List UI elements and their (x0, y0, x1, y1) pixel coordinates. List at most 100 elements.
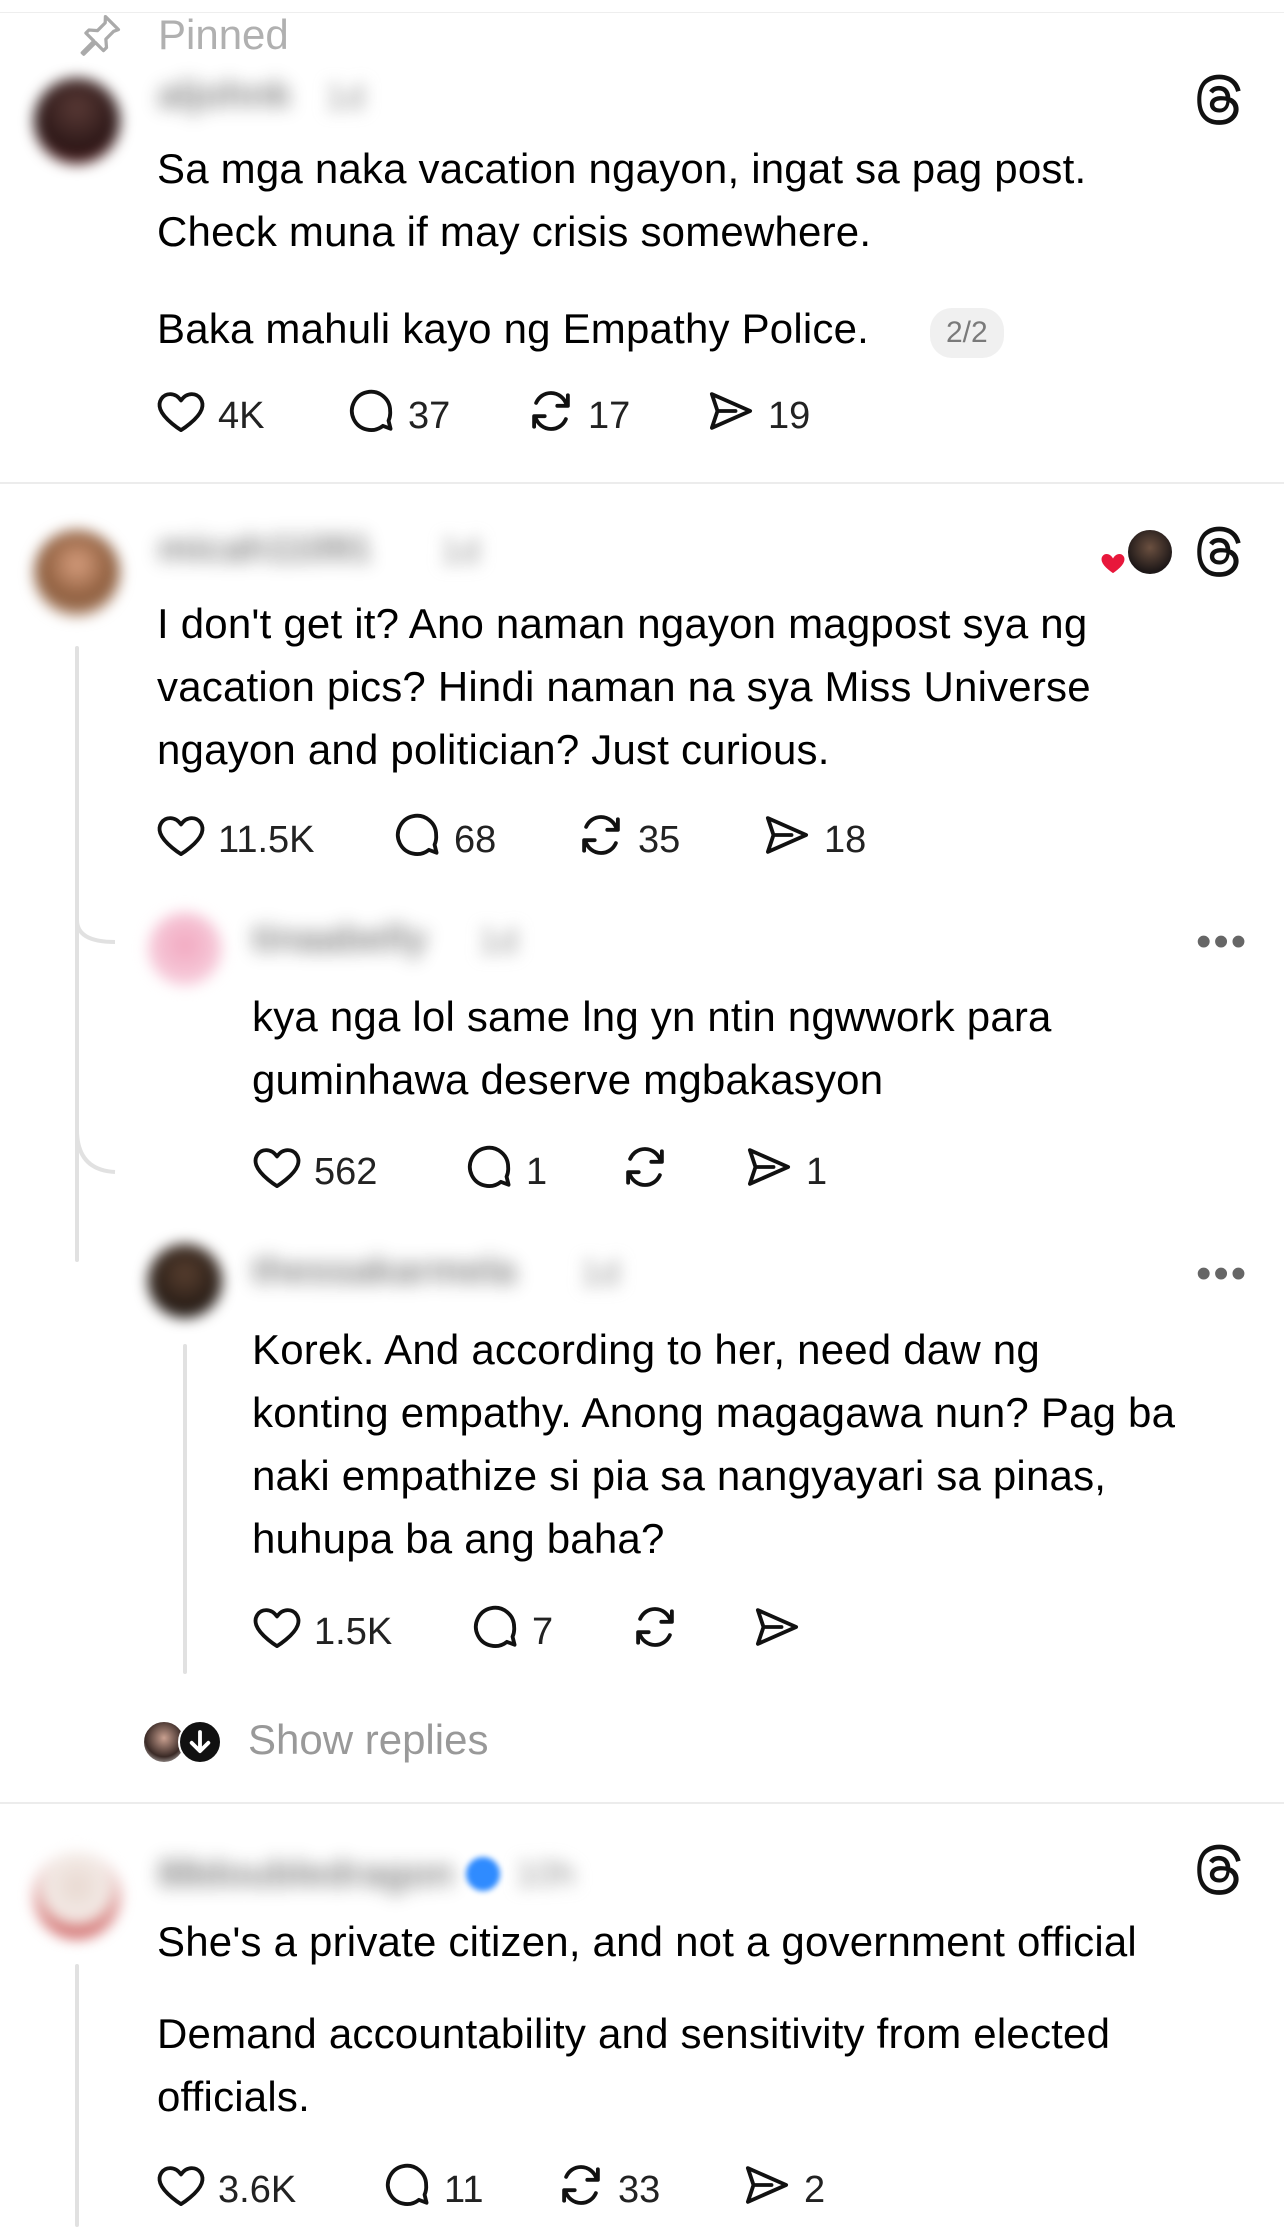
action-bar: 11.5K 68 35 18 (154, 808, 914, 868)
action-bar: 562 1 1 (250, 1140, 870, 1200)
share-button[interactable] (750, 1600, 804, 1664)
heart-icon (154, 808, 208, 872)
username[interactable]: micah11091 (158, 528, 371, 571)
reply-count: 7 (532, 1610, 554, 1653)
comment-icon (390, 808, 444, 872)
post-text: kya nga lol same lng yn ntin ngwwork par… (252, 993, 1052, 1103)
reply-button[interactable]: 11 (380, 2158, 483, 2222)
liked-by-indicator[interactable] (1098, 528, 1174, 578)
verified-badge-icon (465, 1857, 500, 1891)
more-icon[interactable]: ••• (1196, 920, 1248, 964)
username[interactable]: 88doubledragon (158, 1853, 454, 1896)
timestamp: 10h (515, 1853, 576, 1894)
reply-count: 68 (454, 818, 497, 861)
share-count: 2 (804, 2168, 826, 2211)
post-text: I don't get it? Ano naman ngayon magpost… (157, 600, 1091, 773)
thread-line (75, 1964, 79, 2227)
reply-count: 1 (526, 1150, 548, 1193)
thread-line (183, 1344, 187, 1674)
repost-button[interactable] (628, 1600, 682, 1664)
repost-icon (628, 1600, 682, 1664)
share-count: 18 (824, 818, 867, 861)
username[interactable]: thessakarmela (252, 1250, 516, 1293)
like-button[interactable]: 1.5K (250, 1600, 392, 1664)
like-count: 4K (218, 394, 265, 437)
reply-button[interactable]: 68 (390, 808, 496, 872)
post-divider (0, 1802, 1284, 1804)
timestamp: 1d (478, 920, 519, 961)
avatar[interactable] (34, 530, 120, 616)
repost-count: 17 (588, 394, 631, 437)
comment-icon (462, 1140, 516, 1204)
comment-icon (380, 2158, 434, 2222)
heart-badge-icon (1098, 548, 1128, 578)
heart-icon (250, 1140, 304, 1204)
show-replies-label: Show replies (248, 1716, 489, 1763)
heart-icon (154, 2158, 208, 2222)
avatar[interactable] (148, 1244, 222, 1318)
heart-icon (250, 1600, 304, 1664)
share-button[interactable]: 2 (740, 2158, 825, 2222)
share-count: 19 (768, 394, 811, 437)
reply-button[interactable]: 7 (468, 1600, 553, 1664)
more-icon[interactable]: ••• (1196, 1252, 1248, 1296)
post-text: Korek. And according to her, need daw ng… (252, 1326, 1176, 1562)
post-text: Sa mga naka vacation ngayon, ingat sa pa… (157, 145, 1087, 255)
share-count: 1 (806, 1150, 828, 1193)
arrow-down-icon (178, 1720, 222, 1764)
timestamp: 1d (440, 530, 481, 571)
send-icon (742, 1140, 796, 1204)
avatar[interactable] (148, 912, 222, 986)
repost-button[interactable] (618, 1140, 682, 1204)
action-bar: 1.5K 7 (250, 1600, 870, 1660)
repost-count: 35 (638, 818, 681, 861)
action-bar: 3.6K 11 33 2 (154, 2158, 874, 2218)
like-button[interactable]: 562 (250, 1140, 377, 1204)
repost-button[interactable]: 17 (524, 384, 630, 448)
liker-avatar (1126, 528, 1174, 576)
heart-icon (154, 384, 208, 448)
repost-icon (524, 384, 578, 448)
like-button[interactable]: 11.5K (154, 808, 314, 872)
threads-logo-icon[interactable] (1192, 524, 1248, 585)
repost-button[interactable]: 33 (554, 2158, 660, 2222)
timestamp: 1d (580, 1252, 621, 1293)
like-count: 1.5K (314, 1610, 393, 1653)
share-button[interactable]: 1 (742, 1140, 827, 1204)
reply-connector (75, 900, 116, 1174)
like-button[interactable]: 3.6K (154, 2158, 296, 2222)
post-text: She's a private citizen, and not a gover… (157, 1918, 1137, 1965)
top-divider (0, 12, 1284, 13)
send-icon (750, 1600, 804, 1664)
threads-logo-icon[interactable] (1192, 1842, 1248, 1903)
timestamp: 1d (325, 76, 366, 117)
reply-button[interactable]: 37 (344, 384, 450, 448)
like-count: 11.5K (218, 818, 315, 861)
reply-avatars (142, 1718, 226, 1764)
username[interactable]: tinaabelly (252, 918, 427, 961)
reply-count: 11 (444, 2168, 484, 2211)
username[interactable]: aljohnk (158, 74, 291, 117)
repost-icon (574, 808, 628, 872)
pinned-label: Pinned (158, 11, 289, 58)
threads-logo-icon[interactable] (1192, 72, 1248, 133)
repost-count: 33 (618, 2168, 661, 2211)
username-row: 88doubledragon 10h (158, 1846, 576, 1902)
like-count: 562 (314, 1150, 378, 1193)
pin-icon (74, 9, 126, 61)
repost-icon (618, 1140, 672, 1204)
share-button[interactable]: 19 (704, 384, 810, 448)
like-button[interactable]: 4K (154, 384, 264, 448)
send-icon (704, 384, 758, 448)
avatar[interactable] (34, 1852, 120, 1938)
avatar[interactable] (34, 78, 120, 164)
reply-button[interactable]: 1 (462, 1140, 547, 1204)
show-replies-button[interactable]: Show replies (142, 1712, 488, 1768)
post-divider (0, 482, 1284, 484)
post-text-2: Baka mahuli kayo ng Empathy Police. (157, 305, 870, 352)
post-text-2: Demand accountability and sensitivity fr… (157, 2010, 1111, 2120)
repost-button[interactable]: 35 (574, 808, 680, 872)
reply-count: 37 (408, 394, 451, 437)
share-button[interactable]: 18 (760, 808, 866, 872)
comment-icon (468, 1600, 522, 1664)
